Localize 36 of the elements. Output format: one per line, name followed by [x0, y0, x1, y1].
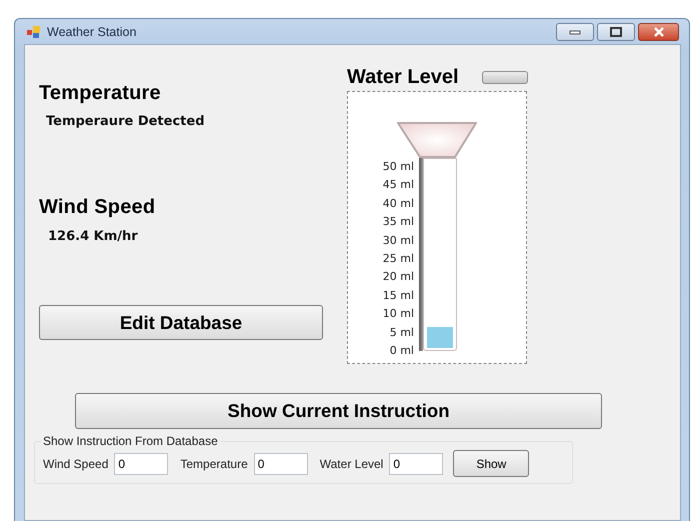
temperature-value: Temperaure Detected [46, 114, 206, 129]
field-label: Wind Speed [43, 456, 108, 470]
water-level-heading: Water Level [347, 66, 459, 88]
input-field[interactable]: 0 [114, 452, 168, 474]
wind-speed-value: 126.4 Km/hr [48, 229, 139, 244]
scale-label: 30 ml [382, 234, 414, 247]
close-button[interactable] [638, 22, 679, 40]
edit-database-button[interactable]: Edit Database [39, 305, 323, 340]
app-icon [27, 26, 41, 38]
input-field[interactable]: 0 [389, 452, 444, 474]
scale-label: 25 ml [382, 252, 414, 265]
input-field[interactable]: 0 [254, 452, 308, 474]
scale-label: 40 ml [382, 198, 414, 210]
temperature-heading: Temperature [39, 82, 162, 105]
maximize-button[interactable] [597, 22, 635, 40]
maximize-icon [610, 26, 622, 36]
show-button[interactable]: Show [453, 450, 530, 477]
scale-label: 20 ml [382, 271, 414, 284]
show-current-instruction-button[interactable]: Show Current Instruction [75, 393, 602, 429]
groupbox-title: Show Instruction From Database [42, 434, 219, 448]
field-label: Water Level [320, 456, 384, 470]
window-title: Weather Station [47, 24, 138, 38]
close-icon [652, 26, 664, 36]
scale-label: 35 ml [382, 216, 414, 228]
scale-label: 0 ml [390, 344, 414, 357]
funnel-icon [397, 122, 477, 158]
minimize-icon [569, 28, 581, 34]
field-label: Temperature [180, 456, 248, 470]
small-button[interactable] [482, 70, 528, 84]
scale-label: 45 ml [382, 179, 414, 192]
minimize-button[interactable] [556, 22, 594, 40]
scale-label: 50 ml [382, 161, 414, 173]
scale-label: 15 ml [382, 290, 414, 302]
scale-label: 10 ml [382, 308, 414, 320]
wind-speed-heading: Wind Speed [39, 196, 156, 219]
scale-label: 5 ml [390, 326, 414, 339]
